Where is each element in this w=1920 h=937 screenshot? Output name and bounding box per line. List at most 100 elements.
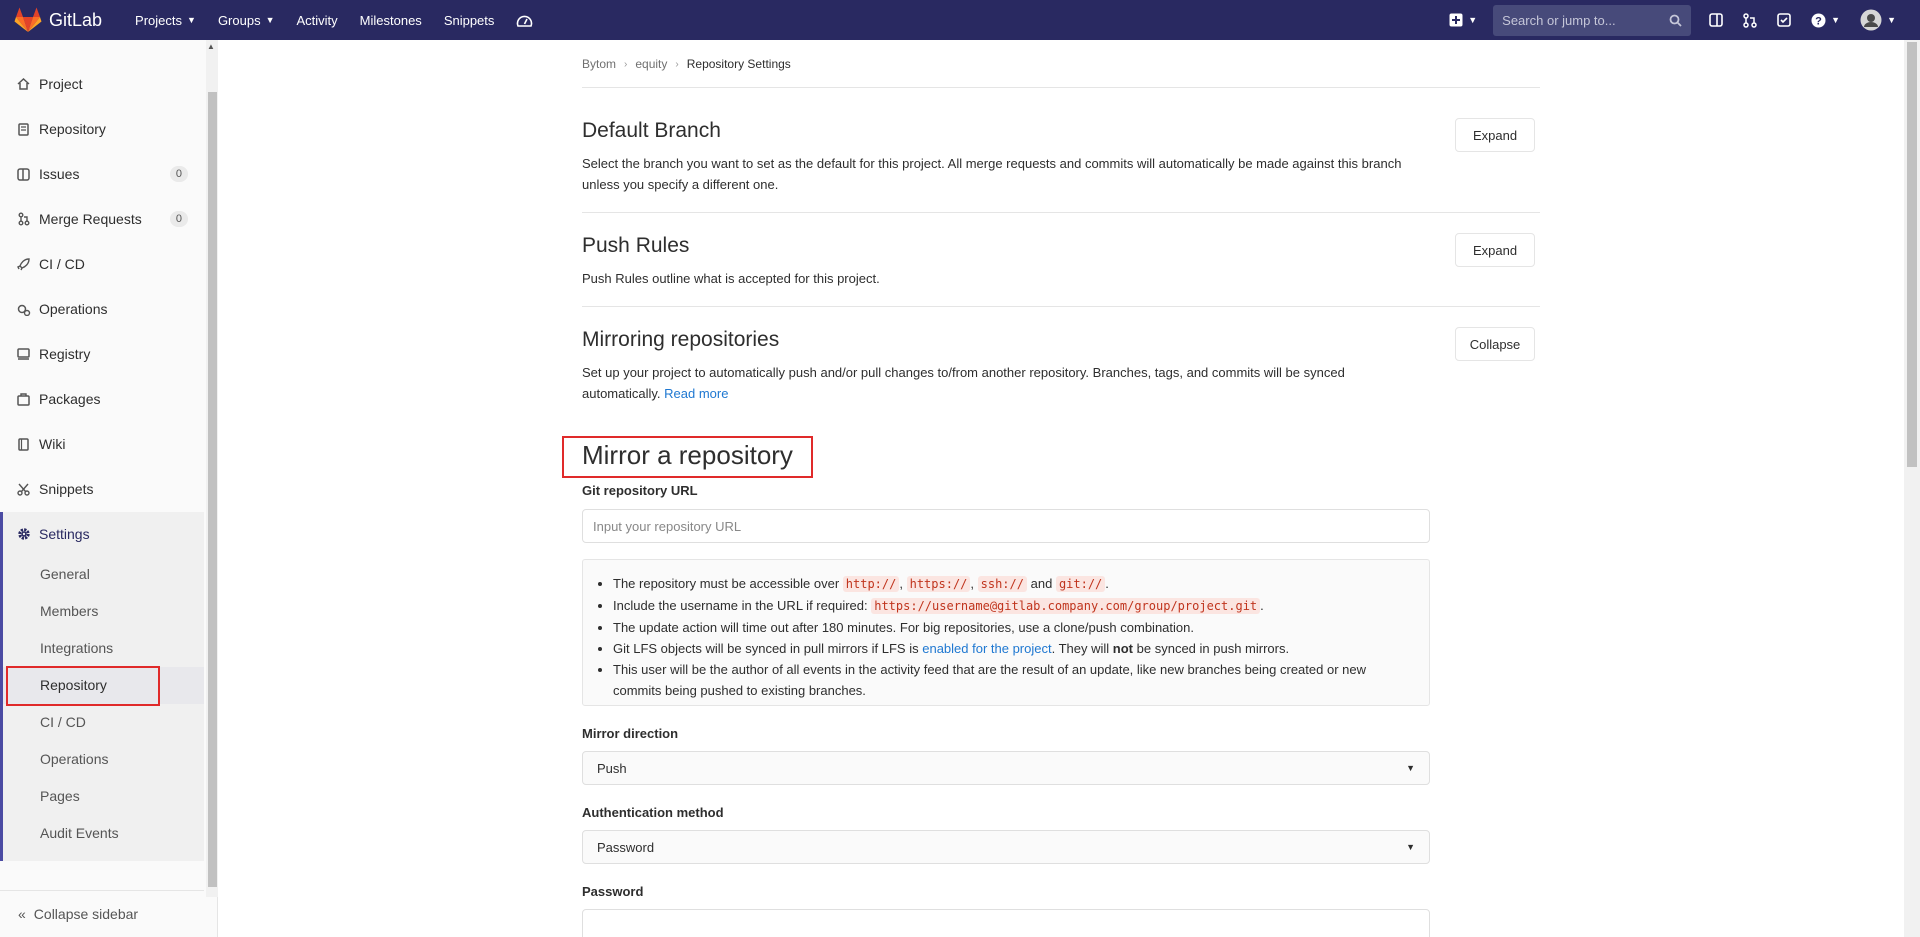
search-input[interactable]: Search or jump to... — [1493, 4, 1692, 36]
mirroring-collapse-button[interactable]: Collapse — [1455, 327, 1535, 361]
help-item: Git LFS objects will be synced in pull m… — [613, 638, 1417, 659]
sidebar-item-label: Snippets — [39, 481, 94, 497]
example-url-code: https://username@gitlab.company.com/grou… — [871, 598, 1261, 614]
password-input[interactable] — [582, 909, 1430, 937]
sidebar-scroll-thumb[interactable] — [208, 92, 217, 887]
divider — [582, 87, 1540, 88]
read-more-link[interactable]: Read more — [664, 386, 728, 401]
disk-icon — [16, 347, 31, 362]
chevron-down-icon: ▼ — [1831, 15, 1841, 25]
password-label: Password — [582, 884, 644, 899]
help-item: This user will be the author of all even… — [613, 659, 1417, 701]
gear-icon — [16, 527, 31, 542]
auth-method-select[interactable]: Password ▼ — [582, 830, 1430, 864]
sidebar-item-issues[interactable]: Issues 0 — [0, 152, 204, 196]
sidebar-item-merge-requests[interactable]: Merge Requests 0 — [0, 197, 204, 241]
sidebar-item-label: Merge Requests — [39, 211, 142, 227]
sidebar-subitem-general[interactable]: General — [40, 566, 90, 582]
help-bold-text: not — [1112, 641, 1134, 656]
sidebar-item-snippets[interactable]: Snippets — [0, 467, 204, 511]
caret-down-icon: ▼ — [1406, 763, 1415, 773]
help-icon[interactable]: ? ▼ — [1801, 0, 1850, 40]
svg-text:?: ? — [1815, 15, 1822, 27]
help-text: and — [1030, 576, 1053, 591]
sidebar-subitem-audit-events[interactable]: Audit Events — [40, 825, 119, 841]
chevron-right-icon: › — [624, 58, 628, 70]
help-text: be synced in push mirrors. — [1136, 641, 1290, 656]
sidebar-highlight-box — [6, 666, 160, 706]
divider — [582, 212, 1540, 213]
lfs-settings-link[interactable]: enabled for the project — [922, 641, 1051, 656]
issues-count-badge: 0 — [169, 166, 188, 182]
git-url-input[interactable]: Input your repository URL — [582, 509, 1430, 543]
cloud-gear-icon — [16, 302, 31, 317]
protocol-code: ssh:// — [977, 576, 1027, 592]
nav-snippets[interactable]: Snippets — [433, 0, 506, 40]
chevron-down-icon: ▼ — [1468, 15, 1478, 25]
search-placeholder: Search or jump to... — [1502, 12, 1616, 28]
mirror-help-box: The repository must be accessible over h… — [582, 559, 1430, 706]
auth-method-label: Authentication method — [582, 805, 724, 820]
breadcrumb-project[interactable]: equity — [635, 57, 667, 71]
sidebar-scrollbar[interactable]: ▲ — [206, 40, 218, 897]
sidebar-item-registry[interactable]: Registry — [0, 332, 204, 376]
gitlab-home-link[interactable]: GitLab — [14, 0, 102, 40]
scroll-up-arrow-icon: ▲ — [207, 42, 215, 51]
nav-activity[interactable]: Activity — [286, 0, 349, 40]
push-rules-title: Push Rules — [582, 234, 690, 257]
todos-icon[interactable] — [1767, 0, 1801, 40]
sidebar-item-repository[interactable]: Repository — [0, 107, 204, 151]
new-item-dropdown[interactable]: ▼ — [1439, 0, 1487, 40]
sidebar-subitem-pages[interactable]: Pages — [40, 788, 80, 804]
breadcrumb-current[interactable]: Repository Settings — [687, 57, 791, 71]
sidebar-item-settings[interactable]: Settings — [0, 512, 204, 556]
top-navbar: GitLab Projects ▼ Groups ▼ Activity Milest… — [0, 0, 1920, 40]
nav-projects[interactable]: Projects ▼ — [124, 0, 207, 40]
protocol-code: https:// — [906, 576, 971, 592]
doc-icon — [16, 122, 31, 137]
mirror-direction-select[interactable]: Push ▼ — [582, 751, 1430, 785]
rocket-icon — [16, 257, 31, 272]
sidebar-toggle-icon[interactable] — [1699, 0, 1733, 40]
double-chevron-left-icon: « — [18, 906, 26, 922]
sidebar-subitem-ci-cd[interactable]: CI / CD — [40, 714, 86, 730]
page-scrollbar[interactable] — [1904, 40, 1920, 937]
home-icon — [16, 77, 31, 92]
sidebar-subitem-operations[interactable]: Operations — [40, 751, 108, 767]
breadcrumb: Bytom › equity › Repository Settings — [582, 57, 791, 71]
help-item: Include the username in the URL if requi… — [613, 595, 1417, 617]
sidebar-item-label: Packages — [39, 391, 101, 407]
nav-groups[interactable]: Groups ▼ — [207, 0, 286, 40]
heading-highlight-box — [562, 436, 813, 478]
mirroring-title: Mirroring repositories — [582, 328, 780, 351]
sidebar-subitem-members[interactable]: Members — [40, 603, 98, 619]
avatar — [1860, 9, 1882, 31]
collapse-sidebar-label: Collapse sidebar — [33, 906, 139, 922]
help-text: The repository must be accessible over — [613, 576, 840, 591]
push-rules-description: Push Rules outline what is accepted for … — [582, 271, 880, 286]
user-avatar-menu[interactable]: ▼ — [1850, 0, 1906, 40]
divider — [582, 306, 1540, 307]
page-scroll-thumb[interactable] — [1907, 42, 1917, 467]
book-icon — [16, 437, 31, 452]
merge-requests-nav-icon[interactable] — [1733, 0, 1767, 40]
mirror-direction-label: Mirror direction — [582, 726, 679, 741]
sidebar-item-packages[interactable]: Packages — [0, 377, 204, 421]
breadcrumb-group[interactable]: Bytom — [582, 57, 616, 71]
chevron-right-icon: › — [675, 58, 679, 70]
auth-method-value: Password — [597, 839, 655, 855]
default-branch-expand-button[interactable]: Expand — [1455, 118, 1535, 152]
default-branch-title: Default Branch — [582, 119, 721, 142]
push-rules-expand-button[interactable]: Expand — [1455, 233, 1535, 267]
collapse-sidebar-button[interactable]: « Collapse sidebar — [0, 890, 204, 937]
sidebar-item-project[interactable]: Project — [0, 62, 204, 106]
mirror-direction-value: Push — [597, 760, 627, 776]
sidebar-subitem-integrations[interactable]: Integrations — [40, 640, 113, 656]
sidebar-item-wiki[interactable]: Wiki — [0, 422, 204, 466]
performance-bar-icon[interactable] — [505, 0, 544, 40]
nav-milestones[interactable]: Milestones — [349, 0, 433, 40]
sidebar-item-operations[interactable]: Operations — [0, 287, 204, 331]
sidebar-item-ci-cd[interactable]: CI / CD — [0, 242, 204, 286]
default-branch-description: Select the branch you want to set as the… — [582, 156, 1402, 192]
sidebar-item-label: Wiki — [39, 436, 66, 452]
